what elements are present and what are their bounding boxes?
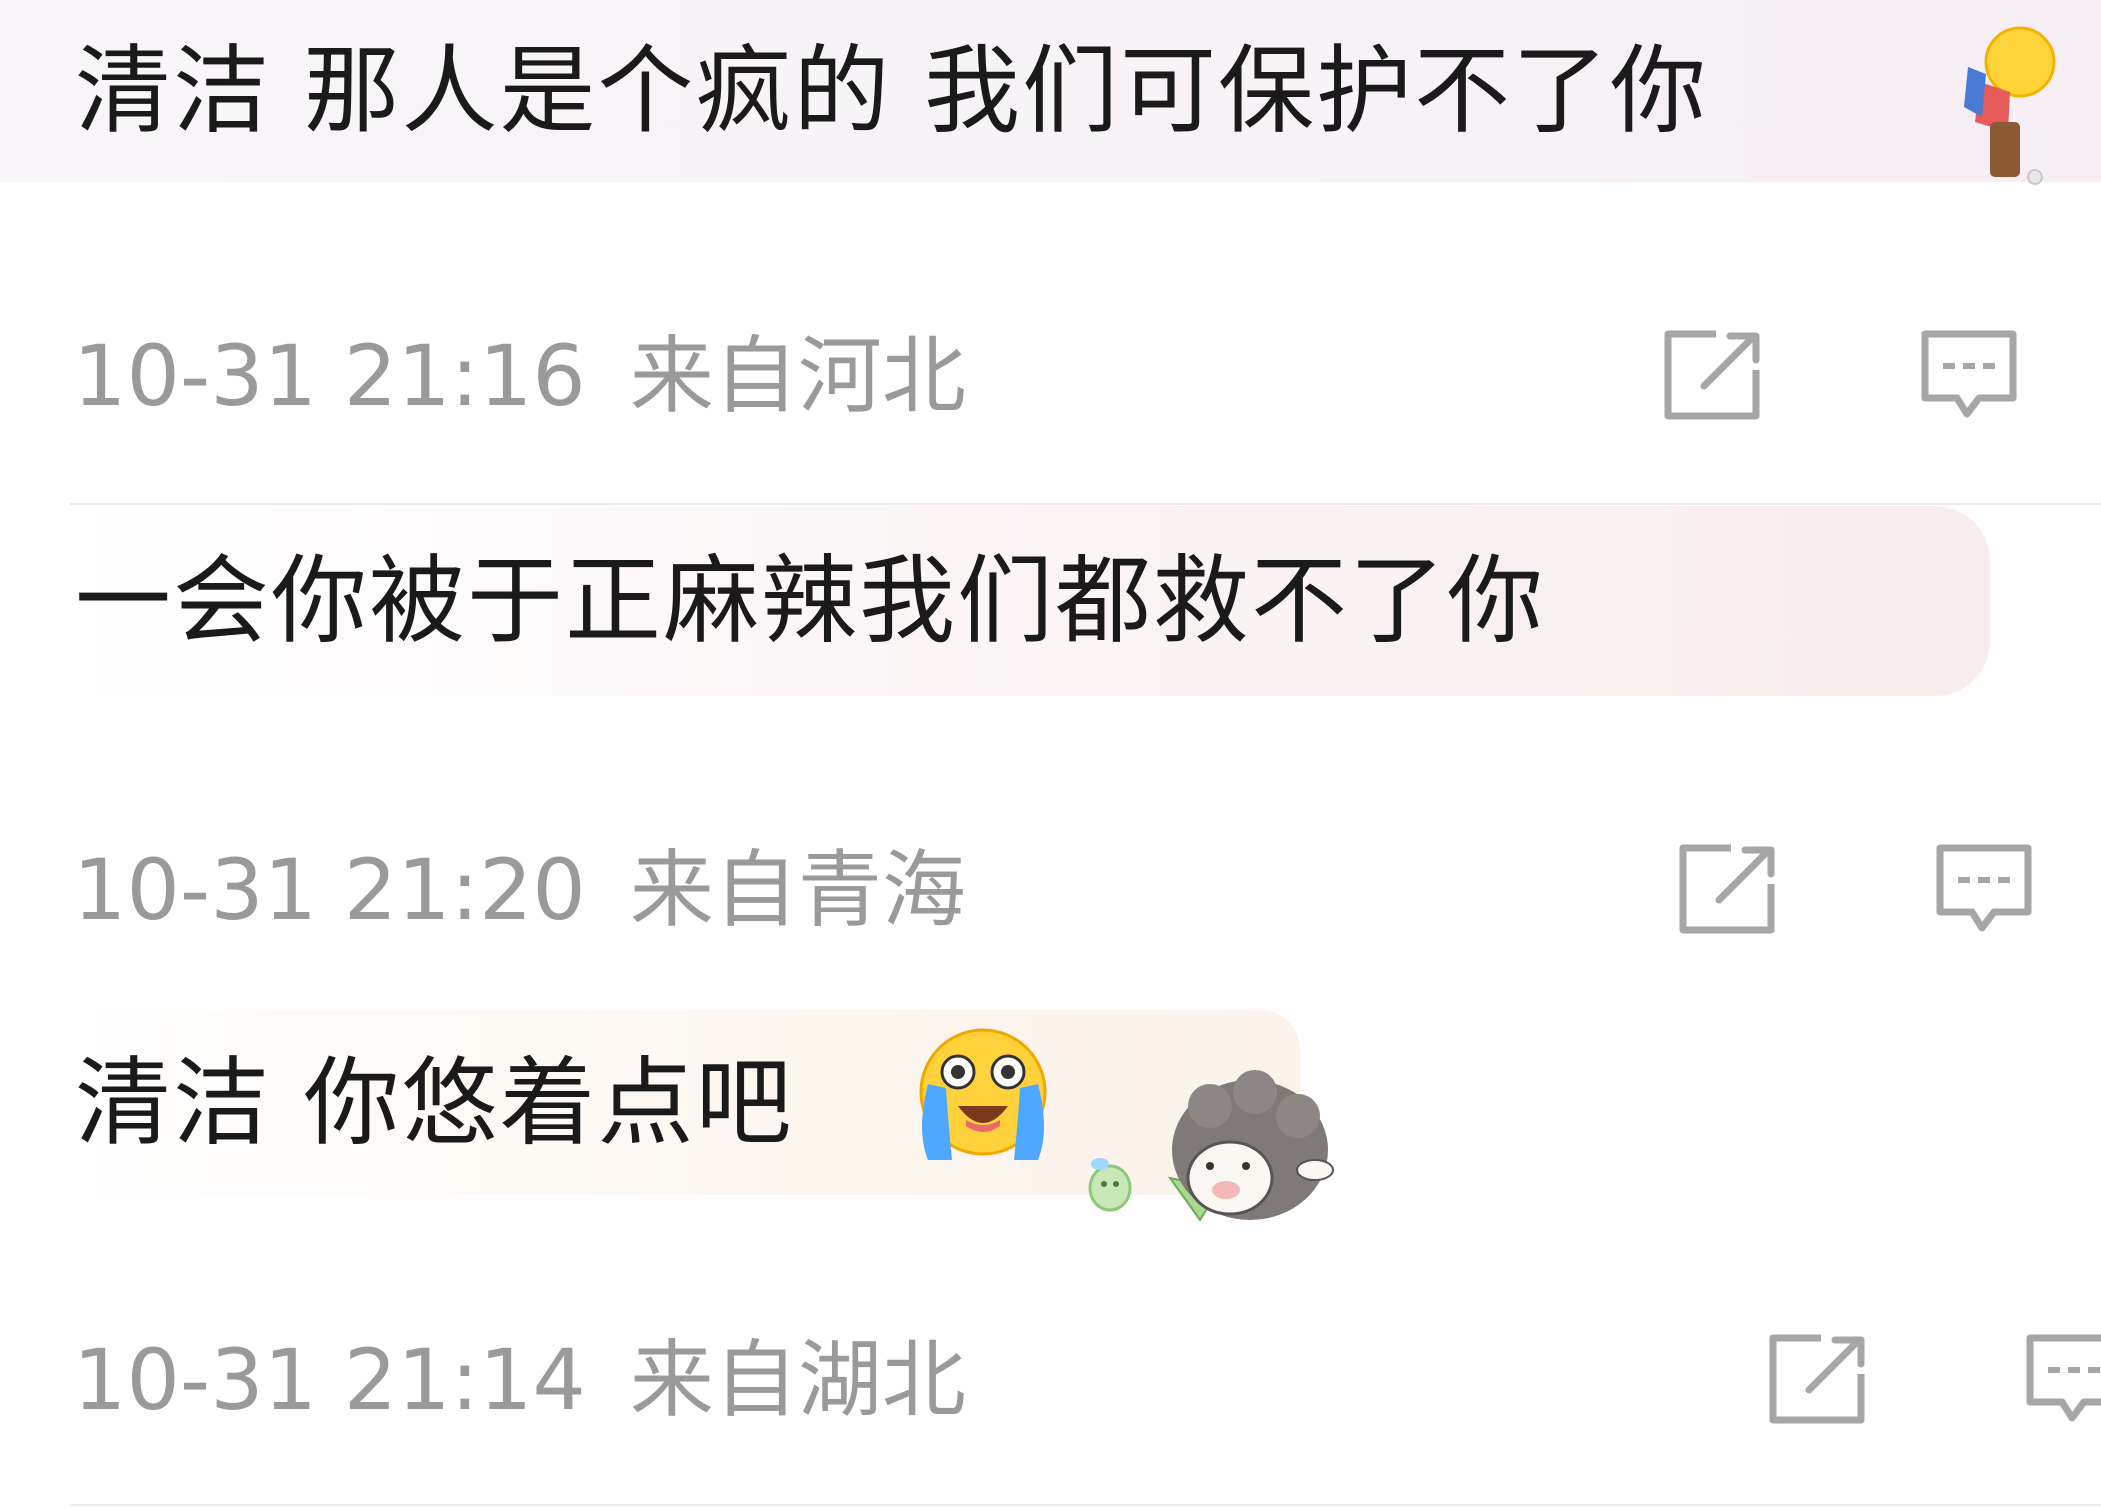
comment-icon[interactable] — [1917, 328, 2021, 424]
comment-icon[interactable] — [1932, 842, 2036, 938]
comment-1-time: 10-31 21:16 — [73, 327, 586, 425]
comment-2-bubble[interactable]: 一会你被于正麻辣我们都救不了你 — [70, 506, 1990, 696]
comment-2-location: 来自青海 — [629, 841, 966, 939]
person-bowing-emoji — [1964, 26, 2056, 185]
share-icon[interactable] — [1660, 328, 1764, 424]
comment-2-text: 一会你被于正麻辣我们都救不了你 — [75, 545, 1545, 657]
loud-crying-emoji — [919, 1028, 1047, 1160]
comment-1-location: 来自河北 — [629, 327, 966, 425]
comment-3-time: 10-31 21:14 — [73, 1331, 586, 1429]
share-icon[interactable] — [1765, 1332, 1869, 1428]
comment-3-meta: 10-31 21:14 来自湖北 — [73, 1338, 966, 1422]
comment-3-location: 来自湖北 — [629, 1331, 966, 1429]
divider — [70, 1504, 2101, 1506]
comment-icon[interactable] — [2022, 1332, 2101, 1428]
comment-1-text: 清洁 那人是个疯的 我们可保护不了你 — [75, 35, 1709, 147]
comment-2-time: 10-31 21:20 — [73, 841, 586, 939]
comment-1-meta: 10-31 21:16 来自河北 — [73, 334, 966, 418]
comment-1-bubble[interactable]: 清洁 那人是个疯的 我们可保护不了你 — [0, 0, 2101, 182]
share-icon[interactable] — [1675, 842, 1779, 938]
sheep-eating-grass-sticker — [1088, 1070, 1334, 1222]
divider — [70, 503, 2101, 505]
comment-3-text: 清洁 你悠着点吧 — [75, 1046, 794, 1159]
comment-2-meta: 10-31 21:20 来自青海 — [73, 848, 966, 932]
